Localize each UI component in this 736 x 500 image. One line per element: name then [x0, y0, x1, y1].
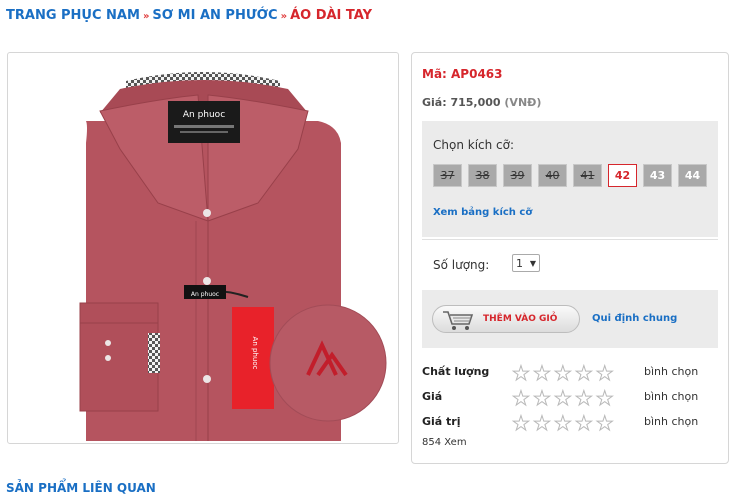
rating-vote-text: bình chọn	[644, 415, 699, 428]
product-image: An phuoc An phuoc An phuoc	[79, 72, 387, 441]
size-option-42[interactable]: 42	[608, 164, 637, 187]
star-icon[interactable]: ★	[574, 363, 593, 384]
cart-panel: THÊM VÀO GIỎ Qui định chung	[422, 290, 718, 348]
star-icon[interactable]: ★	[553, 413, 572, 434]
chevron-down-icon: ▼	[529, 258, 536, 268]
price-value: Giá: 715,000	[422, 96, 501, 109]
size-option-37[interactable]: 37	[433, 164, 462, 187]
breadcrumb-separator: »	[142, 11, 150, 22]
shopping-cart-icon	[443, 311, 474, 330]
size-title: Chọn kích cỡ:	[433, 138, 515, 152]
star-icon[interactable]: ★	[595, 388, 614, 409]
size-option-40[interactable]: 40	[538, 164, 567, 187]
product-image-frame[interactable]: An phuoc An phuoc An phuoc	[7, 52, 399, 444]
rating-vote-text: bình chọn	[644, 365, 699, 378]
star-icon[interactable]: ★	[512, 413, 531, 434]
product-info-panel: Mã: AP0463 Giá: 715,000 (VNĐ) Chọn kích …	[411, 52, 729, 464]
rating-stars[interactable]: ★ ★ ★ ★ ★	[512, 388, 615, 409]
neck-label	[168, 101, 240, 143]
general-policy-link[interactable]: Qui định chung	[592, 313, 677, 324]
rating-label: Giá	[422, 390, 443, 403]
size-guide-link[interactable]: Xem bảng kích cỡ	[433, 207, 532, 218]
price-currency: (VNĐ)	[504, 96, 542, 109]
star-icon[interactable]: ★	[532, 388, 551, 409]
rating-label: Chất lượng	[422, 365, 490, 378]
quantity-select[interactable]: 1 ▼	[512, 254, 540, 272]
star-icon[interactable]: ★	[574, 413, 593, 434]
svg-text:An phuoc: An phuoc	[251, 337, 259, 370]
star-icon[interactable]: ★	[595, 363, 614, 384]
rating-row-quality: Chất lượng ★ ★ ★ ★ ★ bình chọn	[422, 363, 712, 387]
rating-row-price: Giá ★ ★ ★ ★ ★ bình chọn	[422, 388, 712, 412]
star-icon[interactable]: ★	[574, 388, 593, 409]
add-to-cart-button[interactable]: THÊM VÀO GIỎ	[432, 305, 580, 333]
star-icon[interactable]: ★	[553, 363, 572, 384]
star-icon[interactable]: ★	[532, 363, 551, 384]
star-icon[interactable]: ★	[512, 363, 531, 384]
star-icon[interactable]: ★	[553, 388, 572, 409]
product-price: Giá: 715,000 (VNĐ)	[422, 96, 541, 109]
breadcrumb-separator: »	[280, 11, 288, 22]
breadcrumb-link-men-clothing[interactable]: TRANG PHỤC NAM	[6, 8, 140, 23]
related-products-title: SẢN PHẨM LIÊN QUAN	[6, 481, 156, 495]
star-icon[interactable]: ★	[532, 413, 551, 434]
neck-label-brand: An phuoc	[183, 110, 225, 120]
breadcrumb-current: ÁO DÀI TAY	[290, 8, 373, 23]
quantity-panel: Số lượng: 1 ▼	[422, 239, 718, 290]
rating-row-value: Giá trị ★ ★ ★ ★ ★ bình chọn	[422, 413, 712, 437]
add-to-cart-label: THÊM VÀO GIỎ	[483, 314, 558, 324]
breadcrumb-link-shirts[interactable]: SƠ MI AN PHƯỚC	[152, 8, 277, 23]
size-option-41[interactable]: 41	[573, 164, 602, 187]
view-count: 854 Xem	[422, 437, 467, 448]
size-option-43[interactable]: 43	[643, 164, 672, 187]
svg-text:An phuoc: An phuoc	[191, 291, 219, 298]
product-code: Mã: AP0463	[422, 67, 503, 81]
rating-stars[interactable]: ★ ★ ★ ★ ★	[512, 363, 615, 384]
rating-vote-text: bình chọn	[644, 390, 699, 403]
size-option-39[interactable]: 39	[503, 164, 532, 187]
quantity-value: 1	[516, 256, 523, 270]
size-panel: Chọn kích cỡ: 37 38 39 40 41 42 43 44 Xe…	[422, 121, 718, 237]
quantity-label: Số lượng:	[433, 258, 490, 272]
breadcrumb: TRANG PHỤC NAM» SƠ MI AN PHƯỚC» ÁO DÀI TAY	[6, 8, 372, 23]
size-option-44[interactable]: 44	[678, 164, 707, 187]
star-icon[interactable]: ★	[595, 413, 614, 434]
rating-label: Giá trị	[422, 415, 461, 428]
size-option-38[interactable]: 38	[468, 164, 497, 187]
rating-stars[interactable]: ★ ★ ★ ★ ★	[512, 413, 615, 434]
size-options: 37 38 39 40 41 42 43 44	[433, 164, 707, 187]
star-icon[interactable]: ★	[512, 388, 531, 409]
